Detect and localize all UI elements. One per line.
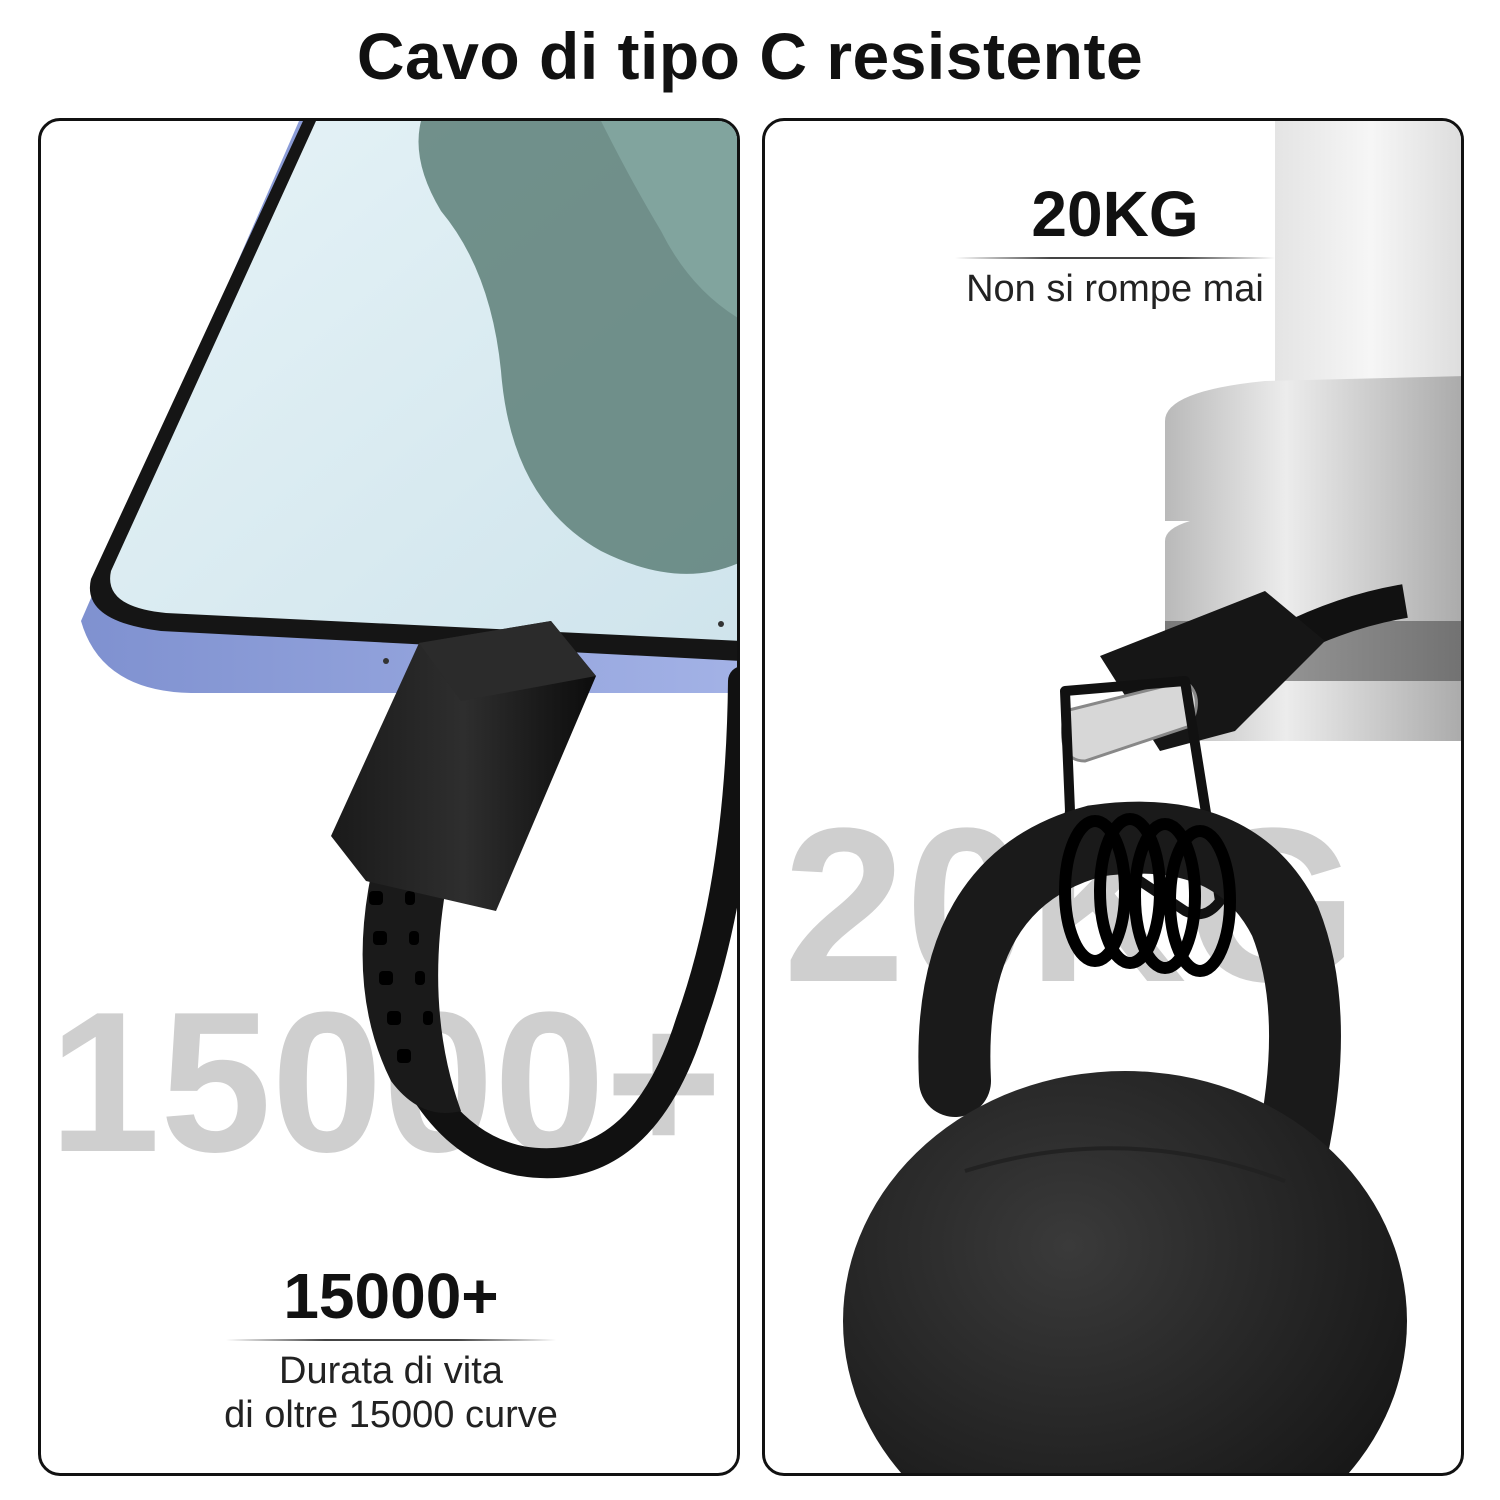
bend-headline: 15000+ <box>283 1260 499 1332</box>
bend-desc-line2: di oltre 15000 curve <box>224 1394 558 1436</box>
page-title: Cavo di tipo C resistente <box>356 19 1144 93</box>
bend-caption: 15000+ Durata di vita di oltre 15000 cur… <box>191 1261 591 1437</box>
weight-divider <box>955 257 1275 259</box>
weight-caption: 20KG Non si rompe mai <box>915 179 1315 311</box>
bend-desc-line1: Durata di vita <box>279 1350 503 1392</box>
bend-test-panel: 15000+ 15000+ Durata di vita di oltre 15… <box>38 118 740 1476</box>
clamp-disc-top <box>1165 376 1461 521</box>
bend-divider <box>226 1339 556 1341</box>
weight-test-panel: 20KG 20KG Non si rompe mai <box>762 118 1464 1476</box>
weight-desc-line1: Non si rompe mai <box>966 268 1264 310</box>
weight-test-illustration: 20KG <box>783 121 1461 1473</box>
weight-headline: 20KG <box>1031 178 1199 250</box>
